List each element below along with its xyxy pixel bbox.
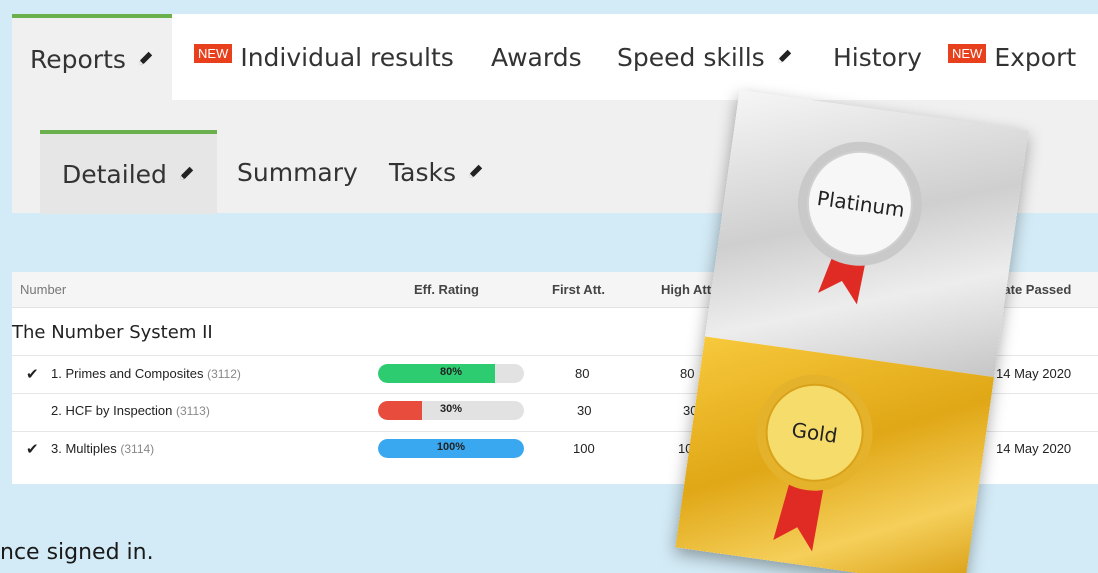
high-attempt: 80 [680,366,695,381]
date-passed: 14 May 2020 [996,366,1072,381]
tab-label: Reports [30,44,126,74]
subtab-summary[interactable]: Summary [237,130,358,214]
tab-label: Individual results [240,42,454,72]
tab-label: Speed skills [617,42,765,72]
first-attempt: 30 [577,403,592,418]
award-card: Platinum Gold [675,89,1029,573]
task-name[interactable]: 3. Multiples (3114) [51,441,154,456]
tab-individual-results[interactable]: NEW Individual results [194,14,454,100]
rating-label: 30% [439,403,463,415]
tab-export[interactable]: NEW Export [948,14,1076,100]
subtab-detailed[interactable]: Detailed [40,130,217,214]
subtab-label: Detailed [62,159,167,189]
rating-label: 100% [436,441,466,453]
new-badge: NEW [948,43,987,63]
pencil-icon[interactable] [466,163,484,181]
sign-in-note: nce signed in. [0,540,154,565]
rating-bar: 80% [378,364,524,383]
pencil-icon[interactable] [177,165,195,183]
checkmark-icon: ✔ [26,441,39,458]
tab-reports[interactable]: Reports [12,14,172,100]
checkmark-icon: ✔ [26,366,39,383]
rating-label: 80% [439,366,463,378]
gold-section: Gold [675,336,995,573]
tab-label: History [833,42,922,72]
gold-rosette-icon [756,375,873,552]
first-attempt: 80 [575,366,590,381]
subtab-label: Summary [237,157,358,187]
pencil-icon[interactable] [136,50,154,68]
task-name[interactable]: 1. Primes and Composites (3112) [51,366,241,381]
column-header-first-att[interactable]: First Att. [552,282,605,297]
pencil-icon[interactable] [775,48,793,66]
date-passed: 14 May 2020 [996,441,1072,456]
column-header-number[interactable]: Number [20,282,66,297]
platinum-section: Platinum [704,89,1029,378]
tab-label: Export [994,42,1077,72]
tab-label: Awards [491,42,582,72]
rating-bar: 100% [378,439,524,458]
column-header-eff-rating[interactable]: Eff. Rating [414,282,479,297]
new-badge: NEW [194,43,233,63]
column-header-high-att[interactable]: High Att. [661,282,715,297]
rating-bar: 30% [378,401,524,420]
group-title: The Number System II [12,322,213,343]
tab-history[interactable]: History [833,14,922,100]
first-attempt: 100 [573,441,595,456]
tab-awards[interactable]: Awards [491,14,582,100]
tab-speed-skills[interactable]: Speed skills [617,14,793,100]
platinum-rosette-icon [797,141,922,305]
subtab-tasks[interactable]: Tasks [389,130,484,214]
subtab-label: Tasks [389,157,456,187]
task-name[interactable]: 2. HCF by Inspection (3113) [51,403,210,418]
